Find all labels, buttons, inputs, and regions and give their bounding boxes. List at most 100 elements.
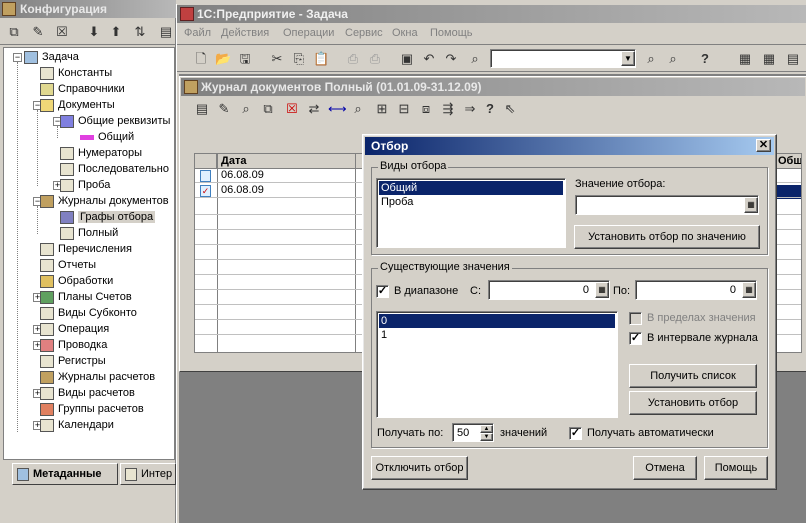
- clipboard-icon[interactable]: ▤: [785, 51, 801, 67]
- print-preview-icon[interactable]: ⎙: [367, 51, 383, 67]
- journal-filter-off-icon[interactable]: ⊟: [396, 101, 412, 117]
- set-filter-button[interactable]: Установить отбор: [629, 391, 757, 415]
- menu-service[interactable]: Сервис: [345, 27, 383, 39]
- undo-icon[interactable]: ↶: [421, 51, 437, 67]
- tab-interfaces[interactable]: Интер: [120, 463, 176, 485]
- receive-count-spinner-down[interactable]: ▼: [480, 433, 493, 441]
- redo-icon[interactable]: ↷: [443, 51, 459, 67]
- menu-actions[interactable]: Действия: [221, 27, 269, 39]
- tab-metadata[interactable]: Метаданные: [12, 463, 118, 485]
- delete-item-icon[interactable]: ☒: [54, 24, 70, 40]
- journal-view-icon[interactable]: ⌕: [238, 101, 254, 117]
- journal-help-icon[interactable]: ?: [482, 101, 498, 117]
- calendar-icon[interactable]: ▦: [761, 51, 777, 67]
- tree-item-registers[interactable]: Регистры: [40, 353, 106, 369]
- list-item[interactable]: Проба: [379, 195, 563, 209]
- filter-value-select-button[interactable]: ▦: [744, 197, 758, 213]
- tree-item-numerators[interactable]: Нумераторы: [60, 145, 142, 161]
- paste-icon[interactable]: 📋: [313, 51, 329, 67]
- range-to-field[interactable]: 0: [635, 280, 757, 300]
- tree-item-common[interactable]: Общий: [80, 129, 134, 145]
- range-to-select-button[interactable]: ▦: [742, 282, 756, 298]
- sort-icon[interactable]: ⇅: [132, 24, 148, 40]
- journal-interval-icon[interactable]: ⟷: [328, 101, 347, 117]
- cancel-button[interactable]: Отмена: [633, 456, 697, 480]
- copy-item-icon[interactable]: ✎: [30, 24, 46, 40]
- list-item[interactable]: 0: [379, 314, 615, 328]
- list-item[interactable]: 1: [379, 328, 615, 342]
- calculator-icon[interactable]: ▦: [737, 51, 753, 67]
- journal-interval-checkbox[interactable]: ✓: [629, 332, 642, 345]
- tree-item-enums[interactable]: Перечисления: [40, 241, 132, 257]
- journal-delete-icon[interactable]: ☒: [284, 101, 300, 117]
- open-icon[interactable]: 📂: [215, 51, 231, 67]
- find-prev-icon[interactable]: ⌕: [665, 51, 681, 67]
- journal-context-help-icon[interactable]: ⇖: [502, 101, 518, 117]
- tree-item-constants[interactable]: Константы: [40, 65, 112, 81]
- tree-item-calc-groups[interactable]: Группы расчетов: [40, 401, 144, 417]
- journal-edit-icon[interactable]: ✎: [216, 101, 232, 117]
- journal-filter-icon[interactable]: ⊞: [374, 101, 390, 117]
- receive-count-spinner-up[interactable]: ▲: [480, 425, 493, 433]
- tree-item-calendars[interactable]: Календари: [40, 417, 114, 433]
- search-combo-dropdown[interactable]: ▼: [621, 51, 635, 66]
- menu-help[interactable]: Помощь: [430, 27, 473, 39]
- auto-receive-checkbox[interactable]: ✓: [569, 427, 582, 440]
- within-value-checkbox[interactable]: [629, 312, 642, 325]
- existing-values-list[interactable]: 0 1: [376, 311, 618, 418]
- copy-icon[interactable]: ⎘: [291, 51, 307, 67]
- range-from-select-button[interactable]: ▦: [595, 282, 609, 298]
- list-item[interactable]: Общий: [379, 181, 563, 195]
- properties-icon[interactable]: ▣: [399, 51, 415, 67]
- config-title-bar[interactable]: Конфигурация: [0, 0, 176, 18]
- tree-item-entry[interactable]: Проводка: [40, 337, 107, 353]
- tree-item-subconto[interactable]: Виды Субконто: [40, 305, 137, 321]
- journal-new-icon[interactable]: ▤: [194, 101, 210, 117]
- search-combo[interactable]: [490, 49, 636, 68]
- journal-title-bar[interactable]: Журнал документов Полный (01.01.09-31.12…: [181, 78, 805, 96]
- tree-item-reports[interactable]: Отчеты: [40, 257, 96, 273]
- main-title-bar[interactable]: 1С:Предприятие - Задача: [177, 5, 806, 23]
- find-next-icon[interactable]: ⌕: [643, 51, 659, 67]
- menu-file[interactable]: Файл: [184, 27, 211, 39]
- save-icon[interactable]: 🖫: [237, 51, 253, 67]
- move-up-icon[interactable]: ⬆: [108, 24, 124, 40]
- journal-tree-icon[interactable]: ⧈: [418, 101, 434, 117]
- tree-item-full[interactable]: Полный: [60, 225, 118, 241]
- new-document-icon[interactable]: 🗋: [193, 51, 209, 67]
- help-icon[interactable]: ?: [697, 51, 713, 67]
- range-checkbox[interactable]: ✓: [376, 285, 389, 298]
- tree-item-proba[interactable]: Проба: [60, 177, 110, 193]
- properties-icon[interactable]: ▤: [158, 24, 174, 40]
- journal-arrow-icon[interactable]: ⇒: [462, 101, 478, 117]
- tree-item-journals[interactable]: Журналы документов: [40, 193, 169, 209]
- print-icon[interactable]: ⎙: [345, 51, 361, 67]
- menu-operations[interactable]: Операции: [283, 27, 334, 39]
- tree-item-common-requisites[interactable]: Общие реквизиты: [60, 113, 170, 129]
- column-header-common[interactable]: Общи: [778, 155, 801, 167]
- move-down-icon[interactable]: ⬇: [86, 24, 102, 40]
- find-icon[interactable]: ⌕: [467, 51, 483, 67]
- tree-item-config-root[interactable]: Задача: [24, 49, 79, 65]
- tree-item-operation[interactable]: Операция: [40, 321, 109, 337]
- journal-find-icon[interactable]: ⌕: [350, 101, 366, 117]
- tree-item-processing[interactable]: Обработки: [40, 273, 113, 289]
- metadata-tree[interactable]: − Задача Константы Справочники − Докумен…: [3, 47, 175, 460]
- journal-copy-icon[interactable]: ⧉: [260, 101, 276, 117]
- tree-item-sequences[interactable]: Последовательно: [60, 161, 169, 177]
- tree-item-calc-journals[interactable]: Журналы расчетов: [40, 369, 155, 385]
- get-list-button[interactable]: Получить список: [629, 364, 757, 388]
- close-button[interactable]: ✕: [756, 139, 771, 152]
- new-item-icon[interactable]: ⧉: [6, 24, 22, 40]
- menu-windows[interactable]: Окна: [392, 27, 418, 39]
- range-from-field[interactable]: 0: [488, 280, 610, 300]
- help-button[interactable]: Помощь: [704, 456, 768, 480]
- set-filter-by-value-button[interactable]: Установить отбор по значению: [574, 225, 760, 249]
- tree-item-calc-kinds[interactable]: Виды расчетов: [40, 385, 135, 401]
- journal-post-icon[interactable]: ⇄: [306, 101, 322, 117]
- tree-item-filter-columns[interactable]: Графы отбора: [60, 209, 156, 225]
- column-header-date[interactable]: Дата: [221, 155, 246, 167]
- journal-structure-icon[interactable]: ⇶: [440, 101, 456, 117]
- tree-item-catalogs[interactable]: Справочники: [40, 81, 125, 97]
- filter-kinds-list[interactable]: Общий Проба: [376, 178, 566, 248]
